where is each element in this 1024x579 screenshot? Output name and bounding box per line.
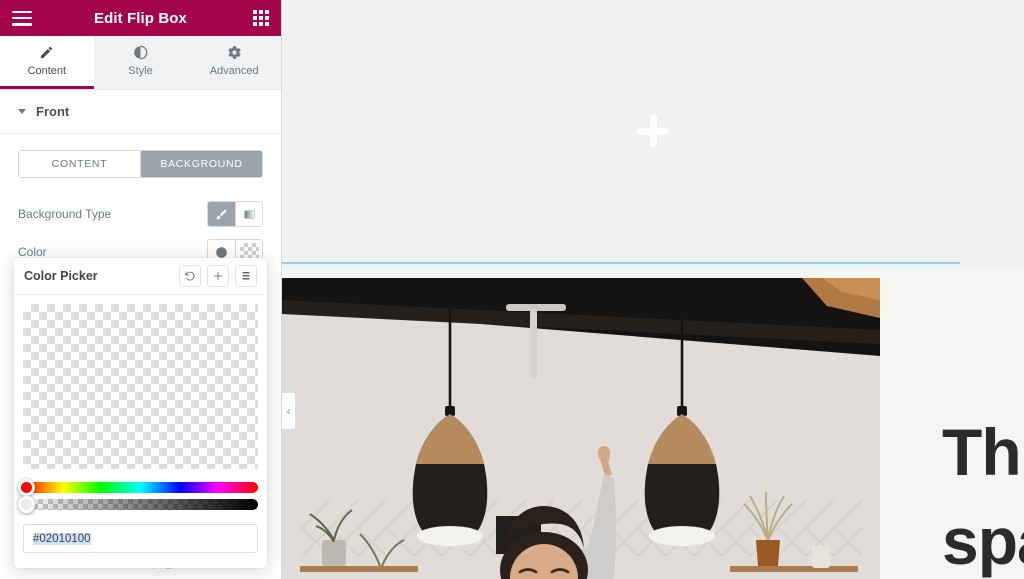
contrast-icon bbox=[134, 45, 148, 60]
plus-icon[interactable] bbox=[207, 265, 229, 287]
section-front-title: Front bbox=[36, 104, 70, 119]
hex-field-wrapper bbox=[23, 524, 258, 553]
photo-illustration bbox=[282, 278, 880, 579]
background-type-choices bbox=[207, 201, 263, 227]
alpha-slider[interactable] bbox=[17, 496, 258, 513]
picker-spacer bbox=[23, 553, 258, 559]
gradient-icon bbox=[243, 209, 255, 219]
tab-advanced[interactable]: Advanced bbox=[187, 36, 282, 89]
hex-input[interactable] bbox=[23, 524, 258, 553]
app-root: Edit Flip Box Content Style Advanced Fro… bbox=[0, 0, 1024, 579]
color-picker-body bbox=[14, 295, 267, 568]
grid-apps-icon[interactable] bbox=[253, 10, 269, 26]
color-picker-actions bbox=[179, 265, 257, 287]
section-headline: Th spa bbox=[942, 408, 1024, 579]
hue-slider-handle[interactable] bbox=[17, 479, 35, 496]
page-content-section: Th spa bbox=[282, 268, 1024, 579]
panel-tabs: Content Style Advanced bbox=[0, 36, 282, 90]
tab-advanced-label: Advanced bbox=[209, 65, 259, 77]
color-label: Color bbox=[18, 245, 47, 259]
section-guide-line bbox=[282, 262, 960, 264]
chevron-down-icon bbox=[18, 109, 26, 114]
gear-icon bbox=[228, 46, 241, 59]
color-picker-popup: Color Picker bbox=[14, 258, 267, 568]
background-type-gradient-button[interactable] bbox=[235, 202, 262, 226]
tab-content[interactable]: Content bbox=[0, 36, 94, 89]
tab-content-label: Content bbox=[27, 65, 67, 77]
section-front-header[interactable]: Front bbox=[0, 90, 281, 134]
tab-style-label: Style bbox=[128, 65, 153, 77]
panel-collapse-handle[interactable]: ‹ bbox=[282, 392, 296, 430]
segment-content[interactable]: CONTENT bbox=[19, 151, 140, 177]
palette-list-icon[interactable] bbox=[235, 265, 257, 287]
row-background-type: Background Type bbox=[18, 195, 263, 233]
editor-canvas: Th spa ‹ bbox=[282, 0, 1024, 579]
panel-body: CONTENT BACKGROUND Background Type Color bbox=[0, 134, 281, 271]
hero-photo[interactable] bbox=[282, 278, 880, 579]
tab-style[interactable]: Style bbox=[93, 36, 188, 89]
add-new-section-area[interactable] bbox=[282, 0, 1024, 262]
color-picker-header: Color Picker bbox=[14, 258, 267, 295]
headline-line-1: Th bbox=[942, 415, 1022, 489]
panel-header: Edit Flip Box bbox=[0, 0, 281, 36]
background-type-classic-button[interactable] bbox=[208, 202, 235, 226]
plus-icon[interactable] bbox=[633, 111, 673, 151]
content-background-toggle: CONTENT BACKGROUND bbox=[18, 150, 263, 178]
background-type-label: Background Type bbox=[18, 207, 112, 221]
headline-line-2: spa bbox=[942, 504, 1024, 579]
hamburger-icon[interactable] bbox=[12, 10, 32, 26]
globe-icon bbox=[216, 246, 227, 258]
alpha-slider-handle[interactable] bbox=[17, 496, 35, 513]
hue-slider[interactable] bbox=[17, 479, 258, 496]
reset-undo-icon[interactable] bbox=[179, 265, 201, 287]
page-title: Edit Flip Box bbox=[94, 9, 187, 27]
saturation-value-panel[interactable] bbox=[23, 304, 258, 469]
segment-background[interactable]: BACKGROUND bbox=[140, 151, 262, 177]
pencil-icon bbox=[41, 46, 53, 59]
color-picker-title: Color Picker bbox=[24, 269, 98, 283]
paintbrush-icon bbox=[216, 209, 227, 219]
